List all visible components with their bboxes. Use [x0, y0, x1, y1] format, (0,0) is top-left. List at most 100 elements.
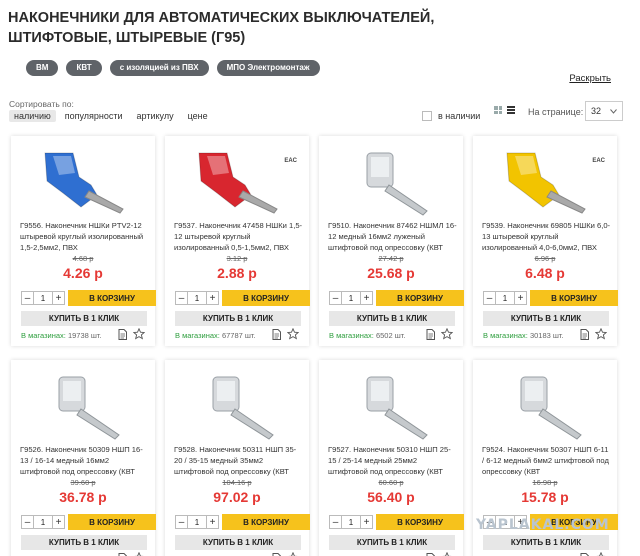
- qty-minus-button[interactable]: –: [21, 515, 34, 529]
- add-to-cart-button[interactable]: В КОРЗИНУ: [222, 514, 310, 530]
- qty-plus-button[interactable]: +: [360, 515, 373, 529]
- buy-one-click-button[interactable]: КУПИТЬ В 1 КЛИК: [21, 535, 147, 550]
- product-name[interactable]: Г9510. Наконечник 87462 НШМЛ 16-12 медны…: [328, 220, 458, 253]
- product-name[interactable]: Г9526. Наконечник 50309 НШП 16-13 / 16-1…: [20, 444, 150, 477]
- in-stock-checkbox[interactable]: [422, 111, 432, 121]
- tag-vm[interactable]: ВМ: [26, 60, 59, 76]
- add-to-cart-button[interactable]: В КОРЗИНУ: [68, 514, 156, 530]
- qty-input[interactable]: 1: [188, 291, 206, 305]
- catalog-page: НАКОНЕЧНИКИ ДЛЯ АВТОМАТИЧЕСКИХ ВЫКЛЮЧАТЕ…: [0, 0, 640, 556]
- qty-plus-button[interactable]: +: [206, 515, 219, 529]
- product-image[interactable]: [473, 368, 617, 444]
- product-image[interactable]: [165, 144, 309, 220]
- buy-one-click-button[interactable]: КУПИТЬ В 1 КЛИК: [483, 535, 609, 550]
- product-image[interactable]: [473, 144, 617, 220]
- product-image[interactable]: [319, 144, 463, 220]
- star-icon[interactable]: [595, 328, 607, 340]
- add-to-cart-button[interactable]: В КОРЗИНУ: [376, 290, 464, 306]
- price: 25.68 р: [367, 265, 415, 281]
- product-card[interactable]: Г9526. Наконечник 50309 НШП 16-13 / 16-1…: [11, 360, 156, 556]
- grid-view-icon[interactable]: [494, 106, 502, 114]
- qty-minus-button[interactable]: –: [483, 291, 496, 305]
- sort-by-stock[interactable]: наличию: [9, 110, 56, 122]
- product-image[interactable]: [11, 368, 155, 444]
- product-card[interactable]: Г9528. Наконечник 50311 НШП 35-20 / 35-1…: [165, 360, 310, 556]
- document-icon[interactable]: [118, 552, 127, 556]
- qty-plus-button[interactable]: +: [206, 291, 219, 305]
- card-icons: [426, 328, 453, 340]
- product-name[interactable]: Г9524. Наконечник 50307 НШП 6-11 / 6-12 …: [482, 444, 612, 477]
- product-image[interactable]: [165, 368, 309, 444]
- star-icon[interactable]: [595, 552, 607, 556]
- stock-label: В магазинах:: [483, 331, 528, 340]
- star-icon[interactable]: [287, 552, 299, 556]
- document-icon[interactable]: [118, 328, 127, 340]
- qty-input[interactable]: 1: [34, 291, 52, 305]
- buy-one-click-button[interactable]: КУПИТЬ В 1 КЛИК: [329, 535, 455, 550]
- stock-label: В магазинах:: [21, 331, 66, 340]
- in-stock-filter[interactable]: в наличии: [422, 111, 480, 121]
- per-page-select[interactable]: 32: [585, 101, 623, 121]
- product-image[interactable]: [11, 144, 155, 220]
- add-to-cart-button[interactable]: В КОРЗИНУ: [376, 514, 464, 530]
- product-card[interactable]: Г9556. Наконечник НШКи PTV2-12 штыревой …: [11, 136, 156, 346]
- product-name[interactable]: Г9527. Наконечник 50310 НШП 25-15 / 25-1…: [328, 444, 458, 477]
- tag-pvc[interactable]: с изоляцией из ПВХ: [109, 60, 209, 76]
- price: 6.48 р: [525, 265, 565, 281]
- sort-by-price[interactable]: цене: [183, 110, 213, 122]
- qty-minus-button[interactable]: –: [21, 291, 34, 305]
- expand-link[interactable]: Раскрыть: [569, 73, 611, 84]
- qty-plus-button[interactable]: +: [52, 291, 65, 305]
- qty-minus-button[interactable]: –: [175, 291, 188, 305]
- product-card[interactable]: Г9510. Наконечник 87462 НШМЛ 16-12 медны…: [319, 136, 464, 346]
- product-name[interactable]: Г9537. Наконечник 47458 НШКи 1,5-12 штыр…: [174, 220, 304, 253]
- qty-minus-button[interactable]: –: [329, 515, 342, 529]
- product-name[interactable]: Г9528. Наконечник 50311 НШП 35-20 / 35-1…: [174, 444, 304, 477]
- card-icons: [580, 328, 607, 340]
- qty-plus-button[interactable]: +: [514, 291, 527, 305]
- tag-kvt[interactable]: КВТ: [66, 60, 102, 76]
- document-icon[interactable]: [426, 328, 435, 340]
- list-view-icon[interactable]: [507, 106, 515, 114]
- buy-one-click-button[interactable]: КУПИТЬ В 1 КЛИК: [483, 311, 609, 326]
- add-to-cart-button[interactable]: В КОРЗИНУ: [530, 290, 618, 306]
- product-card[interactable]: Г9527. Наконечник 50310 НШП 25-15 / 25-1…: [319, 360, 464, 556]
- star-icon[interactable]: [287, 328, 299, 340]
- qty-input[interactable]: 1: [34, 515, 52, 529]
- star-icon[interactable]: [441, 328, 453, 340]
- sort-by-popularity[interactable]: популярности: [60, 110, 128, 122]
- product-card[interactable]: EAC Г9539. Наконечник 69805 НШКи 6,0-13 ш…: [473, 136, 618, 346]
- document-icon[interactable]: [272, 552, 281, 556]
- card-icons: [426, 552, 453, 556]
- document-icon[interactable]: [426, 552, 435, 556]
- document-icon[interactable]: [580, 552, 589, 556]
- product-name[interactable]: Г9539. Наконечник 69805 НШКи 6,0-13 штыр…: [482, 220, 612, 253]
- qty-minus-button[interactable]: –: [175, 515, 188, 529]
- star-icon[interactable]: [441, 552, 453, 556]
- price: 15.78 р: [521, 489, 569, 505]
- qty-input[interactable]: 1: [188, 515, 206, 529]
- add-to-cart-button[interactable]: В КОРЗИНУ: [222, 290, 310, 306]
- document-icon[interactable]: [580, 328, 589, 340]
- stock-info: В магазинах: 30183 шт.: [483, 331, 564, 340]
- qty-plus-button[interactable]: +: [360, 291, 373, 305]
- add-to-cart-button[interactable]: В КОРЗИНУ: [68, 290, 156, 306]
- buy-one-click-button[interactable]: КУПИТЬ В 1 КЛИК: [175, 311, 301, 326]
- insulated-pin-terminal-image: [44, 152, 124, 214]
- star-icon[interactable]: [133, 552, 145, 556]
- qty-input[interactable]: 1: [496, 291, 514, 305]
- product-image[interactable]: [319, 368, 463, 444]
- product-name[interactable]: Г9556. Наконечник НШКи PTV2-12 штыревой …: [20, 220, 150, 253]
- buy-one-click-button[interactable]: КУПИТЬ В 1 КЛИК: [21, 311, 147, 326]
- document-icon[interactable]: [272, 328, 281, 340]
- buy-one-click-button[interactable]: КУПИТЬ В 1 КЛИК: [329, 311, 455, 326]
- qty-input[interactable]: 1: [342, 515, 360, 529]
- qty-input[interactable]: 1: [342, 291, 360, 305]
- sort-by-article[interactable]: артикулу: [132, 110, 179, 122]
- star-icon[interactable]: [133, 328, 145, 340]
- product-card[interactable]: EAC Г9537. Наконечник 47458 НШКи 1,5-12 ш…: [165, 136, 310, 346]
- tag-mpo[interactable]: МПО Электромонтаж: [216, 60, 320, 76]
- qty-minus-button[interactable]: –: [329, 291, 342, 305]
- buy-one-click-button[interactable]: КУПИТЬ В 1 КЛИК: [175, 535, 301, 550]
- qty-plus-button[interactable]: +: [52, 515, 65, 529]
